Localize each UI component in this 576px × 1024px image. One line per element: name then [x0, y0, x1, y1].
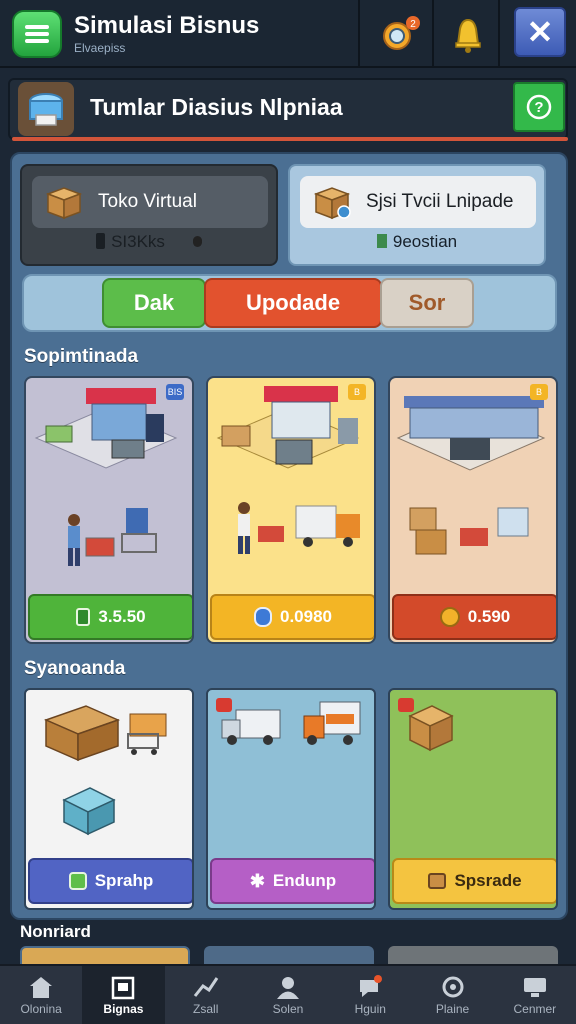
svg-text:?: ? — [534, 99, 543, 116]
tab-bar: Dak Upodade Sor — [22, 274, 557, 332]
dot-icon — [192, 236, 202, 247]
shop-card[interactable]: B 0.590 — [388, 376, 558, 644]
equipment-button[interactable]: Spsrade — [392, 858, 556, 904]
delivery-trucks-icon — [221, 701, 361, 745]
notification-text: Tumlar Diasius Nlpniaa — [90, 94, 343, 120]
flag-icon — [376, 234, 387, 248]
section-label-equipment: Syanoanda — [24, 658, 126, 679]
search-coin-button[interactable]: 2 — [376, 10, 424, 58]
nav-item-settings[interactable]: Plaine — [411, 966, 493, 1024]
shop-card[interactable]: B 0.0980 — [206, 376, 376, 644]
chart-icon — [193, 977, 218, 997]
product-icon — [29, 93, 63, 126]
settings-icon — [442, 976, 464, 998]
close-tag-icon — [398, 698, 414, 712]
product-thumbnail — [18, 82, 74, 136]
nav-item-chat[interactable]: Hguin — [329, 966, 411, 1024]
notification-bar: Tumlar Diasius Nlpniaa ? — [8, 78, 568, 140]
stat-card-trucks[interactable]: Sjsi Tvcii Lnipade 9eostian — [288, 164, 546, 266]
nav-item-monitor[interactable]: Cenmer — [494, 966, 576, 1024]
buy-button[interactable]: 3.5.50 — [28, 594, 192, 640]
stat-card-virtual-store[interactable]: Toko Virtual SI3Kks — [20, 164, 278, 266]
top-bar: Simulasi Bisnus Elvaepiss 2 ✕ — [0, 0, 576, 68]
pencil-icon — [68, 872, 87, 890]
equipment-card[interactable]: Spsrade — [388, 688, 558, 910]
close-icon: ✕ — [526, 14, 554, 50]
shop-tag: B — [530, 384, 548, 400]
menu-button[interactable] — [12, 10, 62, 58]
section-label-bottom: Nonriard — [20, 922, 91, 941]
buy-button[interactable]: 0.0980 — [210, 594, 374, 640]
store-illustration-icon — [216, 386, 360, 554]
question-icon: ? — [526, 94, 552, 120]
shop-tag: BIS — [166, 384, 184, 400]
sparkle-icon: ✱ — [249, 870, 265, 891]
close-tag-icon — [216, 698, 232, 712]
stat-value: 9eostian — [290, 232, 544, 252]
tab-sor[interactable]: Sor — [380, 278, 474, 328]
tab-upgrade[interactable]: Upodade — [204, 278, 382, 328]
box-icon — [45, 187, 83, 220]
section-label-shops: Sopimtinada — [24, 346, 139, 367]
app-title: Simulasi Bisnus — [74, 12, 260, 39]
store-illustration-icon — [34, 388, 178, 566]
chat-icon — [360, 975, 383, 997]
help-button[interactable]: ? — [513, 82, 565, 132]
shop-tag: B — [348, 384, 366, 400]
divider — [358, 0, 360, 68]
bell-icon — [455, 18, 481, 53]
buy-button[interactable]: 0.590 — [392, 594, 556, 640]
main-panel: Toko Virtual SI3Kks Sjsi Tvcii Lnipade 9… — [10, 152, 568, 920]
next-card-peek[interactable] — [388, 946, 558, 966]
stat-title: Sjsi Tvcii Lnipade — [366, 191, 514, 212]
box-clock-icon — [313, 187, 351, 220]
stat-card-header: Toko Virtual — [32, 176, 268, 228]
nav-item-home[interactable]: Olonina — [0, 966, 82, 1024]
warehouse-cart-icon — [43, 705, 167, 836]
divider — [498, 0, 500, 68]
chest-icon — [428, 873, 447, 889]
menu-icon — [25, 22, 49, 46]
app-subtitle: Elvaepiss — [74, 41, 126, 55]
monitor-icon — [523, 978, 546, 997]
cash-icon — [76, 608, 91, 626]
home-icon — [30, 977, 53, 998]
coin-bag-icon — [439, 607, 460, 627]
battery-icon — [96, 233, 106, 249]
stat-title: Toko Virtual — [98, 191, 197, 212]
store-icon — [112, 976, 135, 1000]
divider — [432, 0, 434, 68]
svg-text:2: 2 — [410, 19, 416, 30]
search-coin-icon: 2 — [383, 16, 420, 50]
stat-value: SI3Kks — [22, 232, 276, 252]
next-card-peek[interactable] — [20, 946, 190, 966]
profile-icon — [276, 977, 299, 999]
nav-item-profile[interactable]: Solen — [247, 966, 329, 1024]
box-stack-icon — [408, 705, 454, 752]
nav-item-business[interactable]: Bignas — [82, 966, 165, 1024]
store-illustration-icon — [396, 396, 546, 555]
tab-dak[interactable]: Dak — [102, 278, 206, 328]
equipment-card[interactable]: ✱ Endunp — [206, 688, 376, 910]
equipment-button[interactable]: Sprahp — [28, 858, 192, 904]
next-card-peek[interactable] — [204, 946, 374, 966]
stat-card-header: Sjsi Tvcii Lnipade — [300, 176, 536, 228]
shop-card[interactable]: BIS 3.5.50 — [24, 376, 194, 644]
equipment-button[interactable]: ✱ Endunp — [210, 858, 374, 904]
bell-button[interactable] — [444, 10, 492, 58]
equipment-card[interactable]: Sprahp — [24, 688, 194, 910]
nav-item-stats[interactable]: Zsall — [165, 966, 247, 1024]
close-button[interactable]: ✕ — [514, 7, 566, 57]
notification-underline — [12, 137, 568, 141]
shield-coin-icon — [254, 607, 272, 627]
bottom-nav: Olonina Bignas Zsall Solen Hguin Plaine … — [0, 964, 576, 1024]
